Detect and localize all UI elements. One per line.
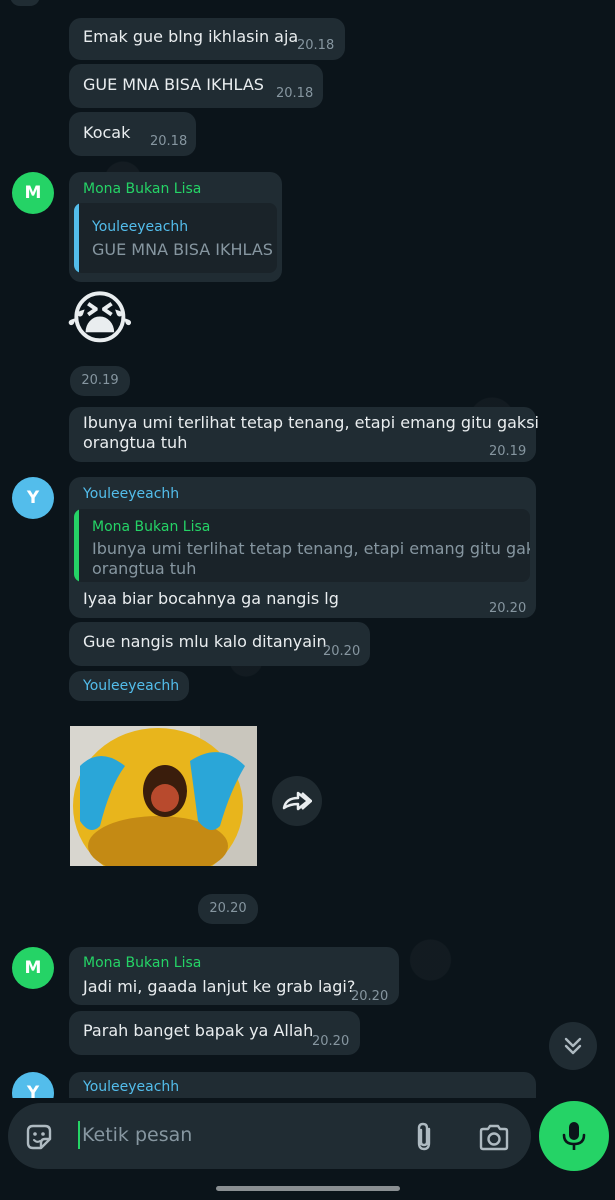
message-time: 20.19 xyxy=(70,366,130,396)
sender-name[interactable]: Mona Bukan Lisa xyxy=(83,953,201,973)
message-time: 20.20 xyxy=(198,894,258,924)
message-bubble[interactable]: Youleeyeachh Mona Bukan Lisa Ibunya umi … xyxy=(69,477,536,618)
camera-icon xyxy=(479,1124,509,1151)
message-text-line1: Ibunya umi terlihat tetap tenang, etapi … xyxy=(83,413,539,432)
message-bubble[interactable]: Youleeyeachh xyxy=(69,1072,536,1098)
avatar[interactable]: M xyxy=(12,172,54,214)
message-time: 20.20 xyxy=(323,644,361,659)
message-text: Emak gue blng ikhlasin aja xyxy=(83,27,299,46)
partial-bubble xyxy=(10,0,40,6)
avatar[interactable]: M xyxy=(12,947,54,989)
message-time: 20.20 xyxy=(489,601,527,616)
emoji-message[interactable]: 😭 xyxy=(66,282,134,354)
quote-sender: Mona Bukan Lisa xyxy=(92,519,211,535)
top-strip xyxy=(0,0,615,14)
message-text: Gue nangis mlu kalo ditanyain xyxy=(83,632,327,651)
sticker-image[interactable] xyxy=(70,726,257,866)
crying-character-sticker xyxy=(70,726,257,866)
sender-name[interactable]: Youleeyeachh xyxy=(83,484,179,504)
message-text: Kocak xyxy=(83,123,131,142)
message-time: 20.20 xyxy=(312,1034,350,1049)
scroll-down-button[interactable] xyxy=(549,1022,597,1070)
text-caret xyxy=(78,1121,80,1149)
message-bubble[interactable]: Ibunya umi terlihat tetap tenang, etapi … xyxy=(69,407,539,462)
message-text: Parah banget bapak ya Allah xyxy=(83,1021,314,1040)
message-composer[interactable]: Ketik pesan xyxy=(8,1103,531,1169)
quoted-message[interactable]: Youleeyeachh GUE MNA BISA IKHLAS xyxy=(74,203,277,273)
message-bubble[interactable]: Mona Bukan Lisa Youleeyeachh GUE MNA BIS… xyxy=(69,172,282,282)
mic-button[interactable] xyxy=(539,1101,609,1171)
forward-icon xyxy=(282,791,312,811)
message-bubble[interactable]: Gue nangis mlu kalo ditanyain 20.20 xyxy=(69,622,370,666)
avatar[interactable]: Y xyxy=(12,477,54,519)
quote-text-line1: Ibunya umi terlihat tetap tenang, etapi … xyxy=(92,539,530,558)
message-time: 20.18 xyxy=(297,38,335,53)
sender-name[interactable]: Youleeyeachh xyxy=(83,676,179,696)
message-bubble[interactable]: Mona Bukan Lisa Jadi mi, gaada lanjut ke… xyxy=(69,947,399,1005)
scroll-down-icon xyxy=(564,1037,582,1055)
home-indicator xyxy=(216,1186,400,1191)
message-input[interactable]: Ketik pesan xyxy=(82,1124,192,1146)
forward-button[interactable] xyxy=(272,776,322,826)
mic-icon xyxy=(562,1122,586,1150)
message-text: Iyaa biar bocahnya ga nangis lg xyxy=(83,589,339,608)
message-time: 20.19 xyxy=(489,444,527,459)
quote-bar xyxy=(74,203,79,273)
attach-icon xyxy=(417,1122,431,1151)
message-text-line2: orangtua tuh xyxy=(83,433,188,452)
message-text: Jadi mi, gaada lanjut ke grab lagi? xyxy=(83,977,356,996)
message-time: 20.18 xyxy=(150,134,188,149)
message-bubble[interactable]: Kocak 20.18 xyxy=(69,112,196,156)
message-bubble[interactable]: GUE MNA BISA IKHLAS 20.18 xyxy=(69,64,323,108)
quote-sender: Youleeyeachh xyxy=(92,219,189,235)
message-time: 20.18 xyxy=(276,86,314,101)
quote-bar xyxy=(74,509,79,582)
quote-text: GUE MNA BISA IKHLAS xyxy=(92,240,273,259)
sticker-button[interactable] xyxy=(24,1122,54,1156)
message-bubble[interactable]: Parah banget bapak ya Allah 20.20 xyxy=(69,1011,360,1055)
partial-message-row: Y Youleeyeachh xyxy=(0,1068,615,1098)
sender-name[interactable]: Youleeyeachh xyxy=(83,1077,179,1097)
avatar[interactable]: Y xyxy=(12,1072,54,1098)
message-bubble[interactable]: Emak gue blng ikhlasin aja 20.18 xyxy=(69,18,345,60)
sticker-icon xyxy=(26,1124,52,1150)
quoted-message[interactable]: Mona Bukan Lisa Ibunya umi terlihat teta… xyxy=(74,509,530,582)
message-time: 20.20 xyxy=(351,989,389,1004)
message-text: GUE MNA BISA IKHLAS xyxy=(83,75,264,94)
attach-button[interactable] xyxy=(412,1121,438,1157)
camera-button[interactable] xyxy=(478,1123,510,1155)
sender-name[interactable]: Mona Bukan Lisa xyxy=(83,179,201,199)
quote-text-line2: orangtua tuh xyxy=(92,559,197,578)
sender-chip[interactable]: Youleeyeachh xyxy=(69,671,189,701)
